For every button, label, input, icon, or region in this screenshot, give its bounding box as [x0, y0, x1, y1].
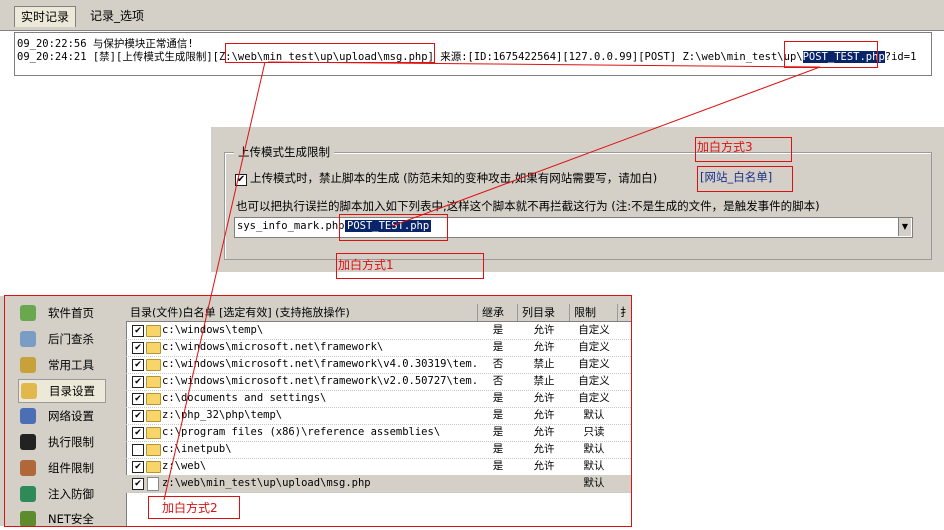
- annotation-label-method3: 加白方式3: [697, 140, 753, 154]
- annotation-label-method1: 加白方式1: [338, 258, 394, 272]
- annotation-box-whitelist-link: [697, 166, 793, 192]
- annotation-box-log-file: [784, 41, 878, 68]
- annotation-box-log-path: [225, 43, 435, 63]
- annotation-box-panel: [4, 295, 632, 527]
- annotation-box-input-file: [339, 214, 448, 241]
